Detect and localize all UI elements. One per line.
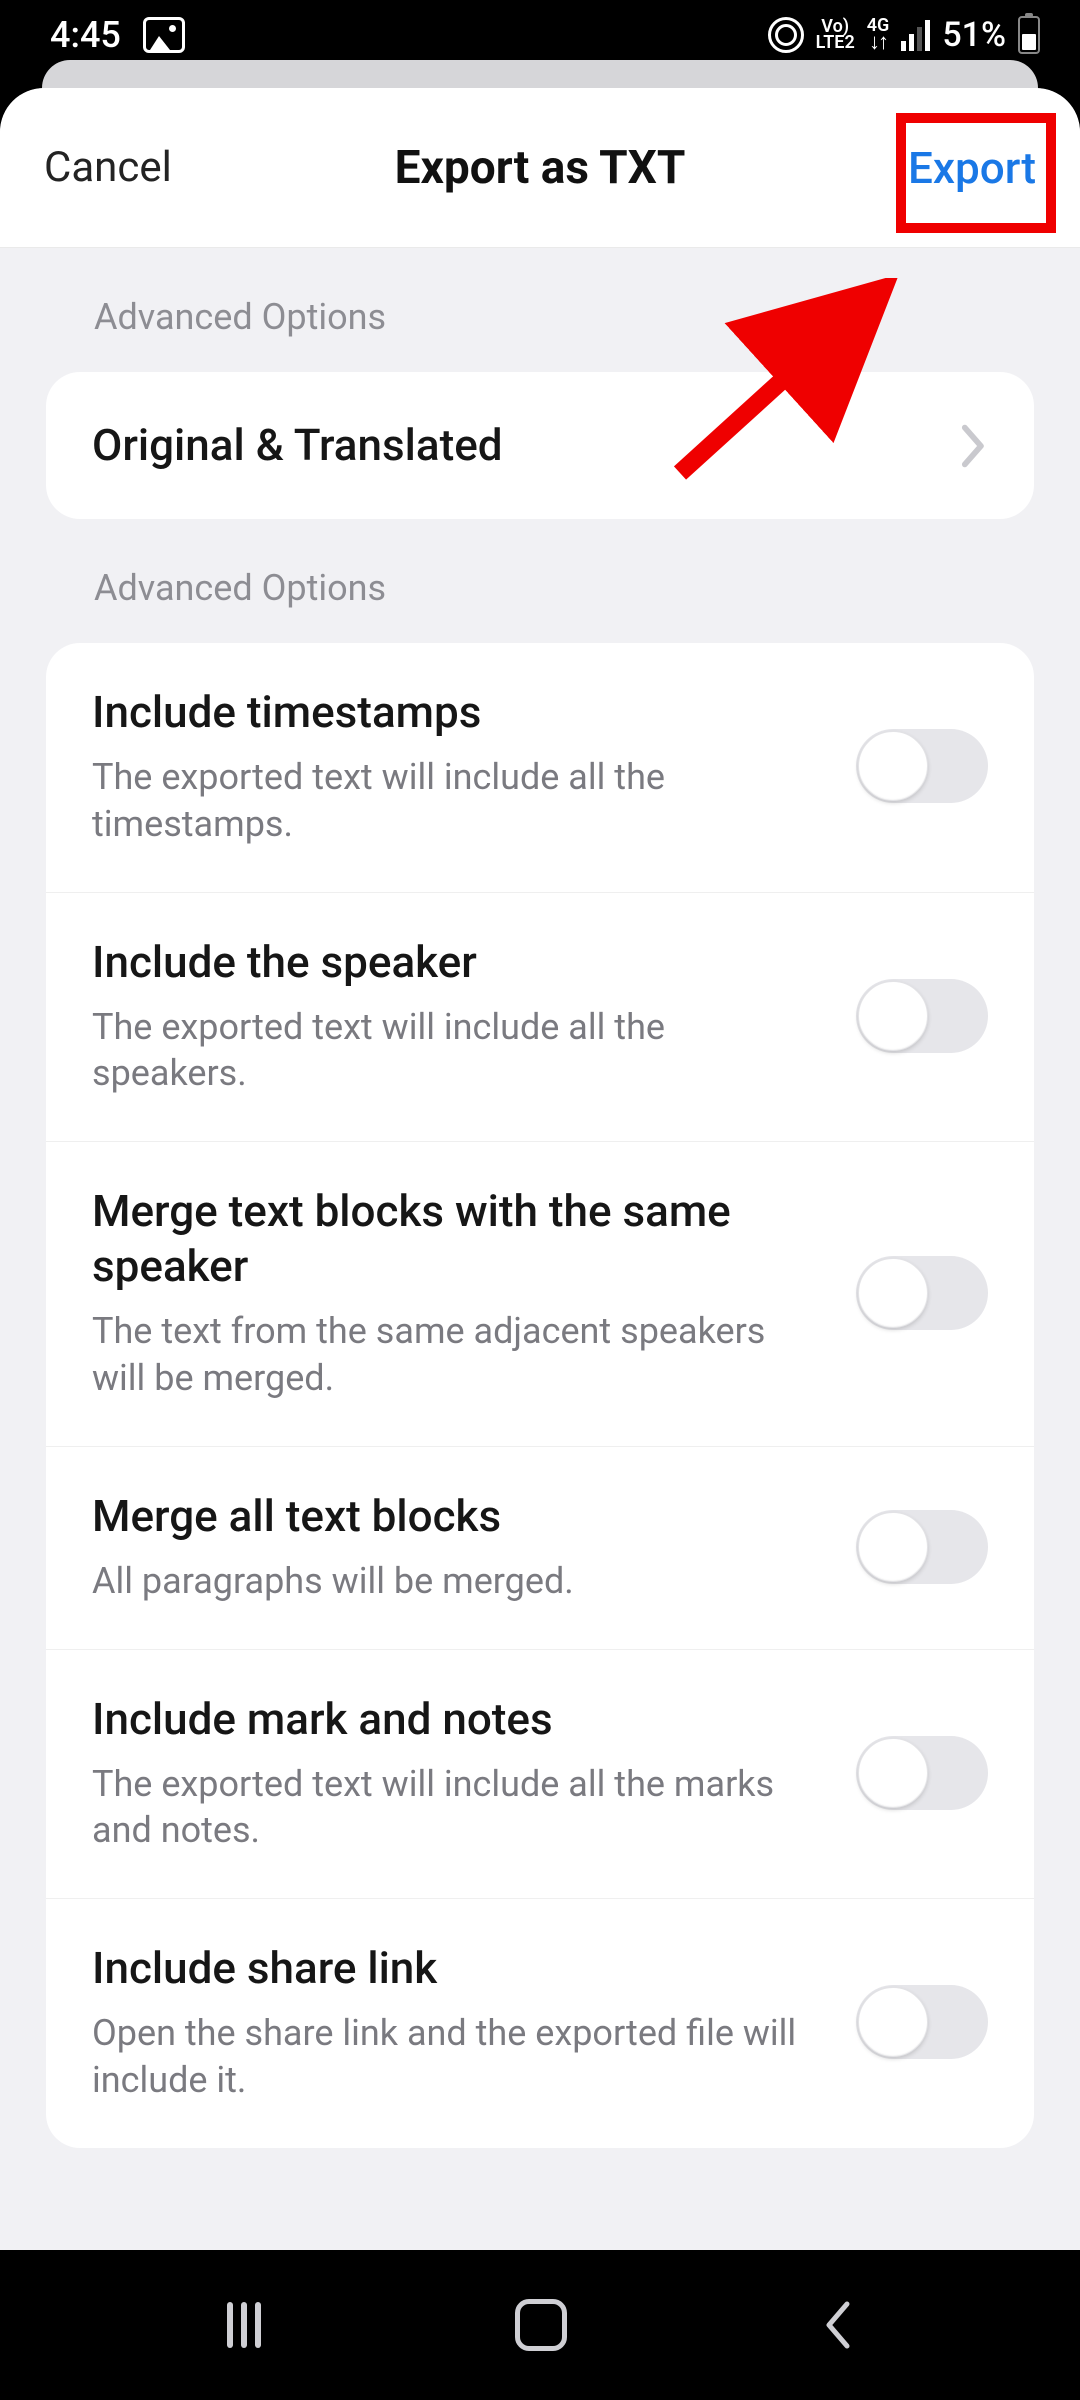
battery-percent: 51% [942,15,1006,55]
status-left: 4:45 [50,14,185,56]
section-label-1: Advanced Options [46,248,1034,372]
toggle-include-share-link[interactable] [856,1985,988,2059]
option-include-marks[interactable]: Include mark and notes The exported text… [46,1649,1034,1899]
option-merge-all[interactable]: Merge all text blocks All paragraphs wil… [46,1446,1034,1649]
option-subtitle: The exported text will include all the s… [92,1004,826,1098]
option-title: Merge text blocks with the same speaker [92,1184,826,1294]
option-title: Include the speaker [92,935,826,990]
toggle-include-timestamps[interactable] [856,729,988,803]
mode-row[interactable]: Original & Translated [46,372,1034,519]
option-include-share-link[interactable]: Include share link Open the share link a… [46,1898,1034,2148]
toggle-include-speaker[interactable] [856,979,988,1053]
nav-recents-button[interactable] [227,2302,261,2348]
toggle-include-marks[interactable] [856,1736,988,1810]
sheet-content: Advanced Options Original & Translated A… [0,248,1080,2148]
toggle-merge-all[interactable] [856,1510,988,1584]
mode-title: Original & Translated [92,418,930,473]
export-sheet: Cancel Export as TXT Export Advanced Opt… [0,88,1080,2400]
option-subtitle: Open the share link and the exported fil… [92,2010,826,2104]
status-time: 4:45 [50,14,121,56]
gallery-icon [143,17,185,53]
signal-icon [901,20,930,51]
toggle-merge-same-speaker[interactable] [856,1256,988,1330]
option-title: Include timestamps [92,685,826,740]
export-button[interactable]: Export [908,142,1036,194]
mobile-data-icon: 4G ↓↑ [867,18,890,52]
option-subtitle: The exported text will include all the m… [92,1761,826,1855]
hotspot-icon [768,17,804,53]
cancel-button[interactable]: Cancel [44,143,172,192]
nav-home-button[interactable] [515,2299,567,2351]
nav-back-button[interactable] [821,2300,853,2350]
option-subtitle: All paragraphs will be merged. [92,1558,826,1605]
option-subtitle: The text from the same adjacent speakers… [92,1308,826,1402]
options-card: Include timestamps The exported text wil… [46,643,1034,2148]
android-nav-bar [0,2250,1080,2400]
option-include-speaker[interactable]: Include the speaker The exported text wi… [46,892,1034,1142]
mode-card: Original & Translated [46,372,1034,519]
option-subtitle: The exported text will include all the t… [92,754,826,848]
status-right: Vo) LTE2 4G ↓↑ 51% [768,15,1040,55]
option-include-timestamps[interactable]: Include timestamps The exported text wil… [46,643,1034,892]
option-title: Include mark and notes [92,1692,826,1747]
sheet-header: Cancel Export as TXT Export [0,88,1080,248]
chevron-right-icon [960,423,988,469]
option-title: Merge all text blocks [92,1489,826,1544]
section-label-2: Advanced Options [46,519,1034,643]
battery-icon [1018,16,1040,54]
option-merge-same-speaker[interactable]: Merge text blocks with the same speaker … [46,1141,1034,1446]
option-title: Include share link [92,1941,826,1996]
volte-icon: Vo) LTE2 [816,19,855,51]
